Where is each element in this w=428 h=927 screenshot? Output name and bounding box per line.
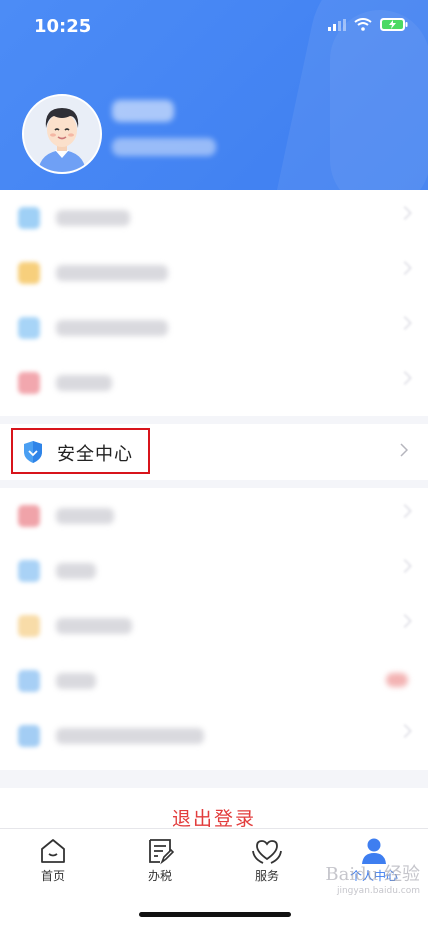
chevron-right-icon xyxy=(397,205,413,221)
highlight-box xyxy=(11,428,150,474)
security-center-row[interactable]: 安全中心 xyxy=(0,424,428,480)
heart-hands-icon xyxy=(252,840,282,864)
document-edit-icon xyxy=(149,839,174,865)
avatar[interactable] xyxy=(22,94,102,174)
item-label-redacted xyxy=(56,210,130,226)
home-indicator xyxy=(139,912,291,917)
user-name-redacted xyxy=(112,100,174,122)
logout-button[interactable]: 退出登录 xyxy=(0,788,428,828)
item-icon xyxy=(18,615,40,637)
list-item[interactable] xyxy=(0,488,428,543)
user-avatar-icon xyxy=(24,96,100,172)
signal-icon xyxy=(328,18,346,31)
item-icon xyxy=(18,207,40,229)
tab-service[interactable]: 服务 xyxy=(232,837,302,884)
item-label-redacted xyxy=(56,375,112,391)
list-item[interactable] xyxy=(0,300,428,355)
list-item[interactable] xyxy=(0,598,428,653)
list-item[interactable] xyxy=(0,708,428,763)
profile-header: 10:25 xyxy=(0,0,428,190)
chevron-right-icon xyxy=(400,443,408,457)
battery-icon xyxy=(380,18,408,31)
tab-label: 服务 xyxy=(254,869,279,883)
item-label-redacted xyxy=(56,265,168,281)
item-icon xyxy=(18,560,40,582)
user-id-redacted xyxy=(112,138,216,156)
item-icon xyxy=(18,372,40,394)
menu-group-1 xyxy=(0,190,428,416)
list-item[interactable] xyxy=(0,653,428,708)
watermark: Baidu 经验 jingyan.baidu.com xyxy=(325,864,420,896)
chevron-right-icon xyxy=(397,613,413,629)
list-item[interactable] xyxy=(0,190,428,245)
item-icon xyxy=(18,670,40,692)
tab-home[interactable]: 首页 xyxy=(18,837,88,884)
logout-label: 退出登录 xyxy=(171,808,256,828)
status-time: 10:25 xyxy=(34,16,92,37)
item-label-redacted xyxy=(56,563,96,579)
list-item[interactable] xyxy=(0,245,428,300)
list-item[interactable] xyxy=(0,543,428,598)
tab-label: 办税 xyxy=(147,869,172,883)
chevron-right-icon xyxy=(397,503,413,519)
list-item[interactable] xyxy=(0,355,428,410)
item-label-redacted xyxy=(56,618,132,634)
home-icon xyxy=(41,839,65,863)
item-label-redacted xyxy=(56,508,114,524)
chevron-right-icon xyxy=(397,558,413,574)
badge xyxy=(386,673,408,687)
item-label-redacted xyxy=(56,320,168,336)
item-icon xyxy=(18,725,40,747)
wifi-icon xyxy=(354,18,372,31)
item-icon xyxy=(18,505,40,527)
chevron-right-icon xyxy=(397,260,413,276)
tab-label: 首页 xyxy=(40,869,65,883)
item-label-redacted xyxy=(56,673,96,689)
menu-group-2 xyxy=(0,488,428,770)
item-icon xyxy=(18,262,40,284)
chevron-right-icon xyxy=(397,315,413,331)
tab-tax[interactable]: 办税 xyxy=(125,837,195,884)
header-decoration xyxy=(330,10,428,190)
item-label-redacted xyxy=(56,728,204,744)
status-icons xyxy=(328,18,408,31)
item-icon xyxy=(18,317,40,339)
chevron-right-icon xyxy=(397,723,413,739)
chevron-right-icon xyxy=(397,370,413,386)
